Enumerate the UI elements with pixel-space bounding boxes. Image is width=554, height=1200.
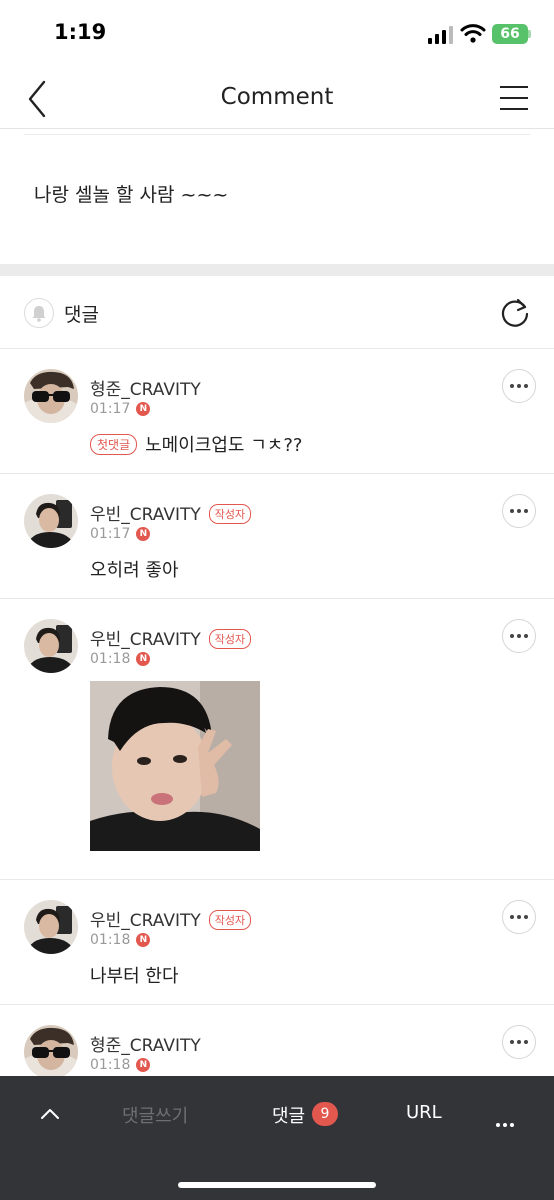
new-badge: N [136, 527, 151, 541]
more-options-button[interactable] [502, 369, 536, 403]
new-badge: N [136, 402, 151, 416]
comment-item: 우빈_CRAVITY 작성자 01:18 N 나부터 한다 [0, 880, 554, 1005]
page-title: Comment [220, 84, 334, 110]
more-options-button[interactable] [502, 619, 536, 653]
wifi-icon [460, 24, 486, 43]
first-comment-badge: 첫댓글 [90, 434, 138, 455]
comment-author[interactable]: 우빈_CRAVITY 작성자 [90, 500, 252, 525]
comment-photo[interactable] [90, 681, 260, 851]
scroll-up-icon[interactable] [38, 1104, 62, 1124]
comment-time: 01:17 [90, 401, 131, 417]
signal-icon [428, 26, 453, 44]
comment-text: 오히려 좋아 [90, 560, 179, 581]
status-time: 1:19 [54, 20, 107, 44]
comment-meta: 01:18 N [90, 651, 151, 667]
battery-icon: 66 [492, 24, 528, 44]
battery-tip [528, 30, 531, 38]
refresh-icon[interactable] [498, 296, 532, 330]
comment-item: 형준_CRAVITY 01:17 N 첫댓글 노메이크업도 ㄱㅊ?? [0, 349, 554, 474]
new-badge: N [136, 1058, 151, 1072]
avatar[interactable] [24, 369, 78, 423]
comments-tab[interactable]: 댓글 [272, 1102, 305, 1128]
avatar[interactable] [24, 1025, 78, 1079]
author-name: 형준_CRAVITY [90, 1036, 201, 1056]
author-name: 형준_CRAVITY [90, 380, 201, 400]
author-name: 우빈_CRAVITY [90, 911, 201, 931]
comment-item: 우빈_CRAVITY 작성자 01:17 N 오히려 좋아 [0, 474, 554, 599]
comment-meta: 01:17 N [90, 401, 151, 417]
new-badge: N [136, 933, 151, 947]
menu-button[interactable] [500, 84, 530, 114]
author-name: 우빈_CRAVITY [90, 505, 201, 525]
comment-text-row: 첫댓글 노메이크업도 ㄱㅊ?? [90, 431, 302, 457]
comment-author[interactable]: 우빈_CRAVITY 작성자 [90, 625, 252, 650]
comment-time: 01:18 [90, 651, 131, 667]
comment-meta: 01:18 N [90, 1057, 151, 1073]
more-options-button[interactable] [502, 900, 536, 934]
url-button[interactable]: URL [406, 1102, 442, 1123]
section-separator [0, 264, 554, 276]
author-badge: 작성자 [208, 629, 252, 649]
comment-author[interactable]: 형준_CRAVITY [90, 375, 201, 400]
comment-meta: 01:17 N [90, 526, 151, 542]
author-badge: 작성자 [208, 504, 252, 524]
more-options-button[interactable] [502, 494, 536, 528]
more-options-button[interactable] [502, 1025, 536, 1059]
write-comment-button[interactable]: 댓글쓰기 [122, 1102, 188, 1128]
more-icon[interactable] [494, 1112, 515, 1131]
avatar[interactable] [24, 900, 78, 954]
comment-time: 01:18 [90, 932, 131, 948]
comment-author[interactable]: 형준_CRAVITY [90, 1031, 201, 1056]
comments-title: 댓글 [64, 304, 99, 326]
comment-text: 노메이크업도 ㄱㅊ?? [145, 435, 303, 456]
comment-item: 우빈_CRAVITY 작성자 01:18 N [0, 599, 554, 880]
author-badge: 작성자 [208, 910, 252, 930]
comment-author[interactable]: 우빈_CRAVITY 작성자 [90, 906, 252, 931]
author-name: 우빈_CRAVITY [90, 630, 201, 650]
header-divider [0, 128, 554, 129]
post-body: 나랑 셀놀 할 사람 ~~~ [34, 184, 229, 206]
new-badge: N [136, 652, 151, 666]
post-divider [24, 134, 530, 135]
avatar[interactable] [24, 619, 78, 673]
home-indicator [178, 1182, 376, 1188]
comment-meta: 01:18 N [90, 932, 151, 948]
comment-time: 01:18 [90, 1057, 131, 1073]
comment-time: 01:17 [90, 526, 131, 542]
bell-icon[interactable] [24, 298, 54, 328]
avatar[interactable] [24, 494, 78, 548]
comment-text: 나부터 한다 [90, 966, 179, 987]
comment-count-badge: 9 [312, 1102, 338, 1126]
battery-level: 66 [500, 26, 520, 42]
